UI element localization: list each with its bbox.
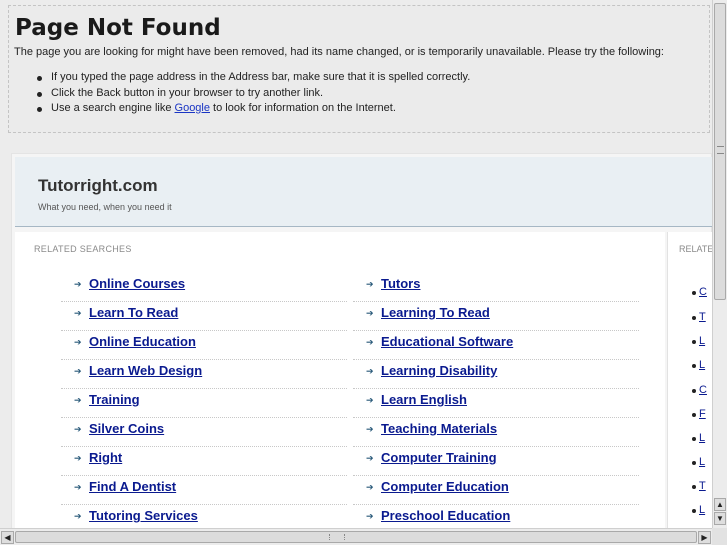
- vertical-scrollbar[interactable]: ▲ ▼: [712, 0, 727, 528]
- link-row: ➔ Right: [61, 447, 347, 476]
- related-link[interactable]: Training: [89, 392, 140, 407]
- arrow-right-icon: ➔: [74, 424, 82, 434]
- sidebar-label: RELATE: [679, 244, 712, 254]
- related-links-right: ➔ Tutors ➔ Learning To Read ➔ Educational S…: [353, 273, 639, 528]
- arrow-right-icon: ➔: [366, 482, 374, 492]
- related-link[interactable]: Learn Web Design: [89, 363, 202, 378]
- sidebar-link[interactable]: L: [691, 432, 705, 444]
- arrow-right-icon: ➔: [74, 453, 82, 463]
- arrow-right-icon: ➔: [74, 308, 82, 318]
- sidebar-link[interactable]: F: [692, 408, 706, 420]
- grip-icon: [329, 534, 345, 540]
- related-link[interactable]: Computer Education: [381, 479, 509, 494]
- arrow-right-icon: ➔: [366, 511, 374, 521]
- arrow-right-icon: ➔: [74, 337, 82, 347]
- related-link[interactable]: Tutors: [381, 276, 420, 291]
- sidebar-link[interactable]: C: [692, 384, 707, 396]
- related-link[interactable]: Tutoring Services: [89, 508, 198, 523]
- link-row: ➔ Computer Training: [353, 447, 639, 476]
- link-row: ➔ Preschool Education: [353, 505, 639, 528]
- link-row: ➔ Online Courses: [61, 273, 347, 302]
- error-tip: Use a search engine like Google to look …: [37, 102, 470, 118]
- section-label: RELATED SEARCHES: [34, 244, 132, 254]
- related-sidebar: RELATE C T L L C F L L T L: [667, 232, 712, 528]
- site-header: Tutorright.com What you need, when you n…: [15, 157, 712, 227]
- sidebar-link[interactable]: L: [691, 359, 705, 371]
- tip-text: to look for information on the Internet.: [210, 102, 396, 114]
- related-link[interactable]: Learn English: [381, 392, 467, 407]
- arrow-right-icon: ➔: [74, 279, 82, 289]
- link-row: ➔ Online Education: [61, 331, 347, 360]
- arrow-right-icon: ➔: [74, 482, 82, 492]
- arrow-right-icon: ➔: [74, 395, 82, 405]
- link-row: ➔ Learn To Read: [61, 302, 347, 331]
- related-link[interactable]: Learning To Read: [381, 305, 490, 320]
- grip-icon: [717, 146, 724, 154]
- sidebar-link[interactable]: L: [691, 504, 705, 516]
- horizontal-scrollbar[interactable]: ◀ ▶: [0, 528, 712, 545]
- link-row: ➔ Computer Education: [353, 476, 639, 505]
- error-box: Page Not Found The page you are looking …: [8, 5, 710, 133]
- link-row: ➔ Learning To Read: [353, 302, 639, 331]
- sidebar-link[interactable]: T: [692, 311, 706, 323]
- error-title: Page Not Found: [15, 15, 221, 41]
- vertical-scroll-thumb[interactable]: [714, 3, 726, 300]
- arrow-right-icon: ➔: [366, 279, 374, 289]
- related-link[interactable]: Online Education: [89, 334, 196, 349]
- scroll-up-arrow[interactable]: ▲: [714, 498, 726, 511]
- link-row: ➔ Training: [61, 389, 347, 418]
- arrow-right-icon: ➔: [366, 395, 374, 405]
- related-link[interactable]: Learning Disability: [381, 363, 497, 378]
- site-tagline: What you need, when you need it: [38, 202, 172, 212]
- arrow-right-icon: ➔: [366, 366, 374, 376]
- related-searches-panel: RELATED SEARCHES ➔ Online Courses ➔ Learn …: [15, 232, 665, 528]
- related-link[interactable]: Silver Coins: [89, 421, 164, 436]
- link-row: ➔ Learn Web Design: [61, 360, 347, 389]
- scrollbar-corner: [712, 528, 727, 545]
- link-row: ➔ Learn English: [353, 389, 639, 418]
- scroll-down-arrow[interactable]: ▼: [714, 512, 726, 525]
- site-title: Tutorright.com: [38, 176, 158, 195]
- sidebar-link[interactable]: L: [691, 335, 705, 347]
- related-link[interactable]: Preschool Education: [381, 508, 510, 523]
- related-link[interactable]: Computer Training: [381, 450, 497, 465]
- link-row: ➔ Tutoring Services: [61, 505, 347, 528]
- link-row: ➔ Find A Dentist: [61, 476, 347, 505]
- related-link[interactable]: Educational Software: [381, 334, 513, 349]
- scroll-right-arrow[interactable]: ▶: [698, 531, 711, 544]
- related-links-left: ➔ Online Courses ➔ Learn To Read ➔ Online E…: [61, 273, 347, 528]
- link-row: ➔ Educational Software: [353, 331, 639, 360]
- error-tip: If you typed the page address in the Add…: [37, 71, 470, 87]
- arrow-right-icon: ➔: [74, 366, 82, 376]
- error-message: The page you are looking for might have …: [14, 46, 664, 58]
- tip-text: Use a search engine like: [51, 102, 175, 114]
- sidebar-link[interactable]: C: [692, 286, 707, 298]
- link-row: ➔ Teaching Materials: [353, 418, 639, 447]
- arrow-right-icon: ➔: [366, 308, 374, 318]
- google-link[interactable]: Google: [175, 102, 210, 114]
- sidebar-link[interactable]: L: [691, 456, 705, 468]
- parked-page: Tutorright.com What you need, when you n…: [11, 153, 712, 528]
- related-link[interactable]: Right: [89, 450, 122, 465]
- error-tips: If you typed the page address in the Add…: [37, 71, 470, 118]
- sidebar-link[interactable]: T: [692, 480, 706, 492]
- related-link[interactable]: Teaching Materials: [381, 421, 497, 436]
- related-link[interactable]: Learn To Read: [89, 305, 178, 320]
- scroll-left-arrow[interactable]: ◀: [1, 531, 14, 544]
- arrow-right-icon: ➔: [366, 453, 374, 463]
- arrow-right-icon: ➔: [74, 511, 82, 521]
- browser-viewport: Page Not Found The page you are looking …: [0, 0, 712, 528]
- related-link[interactable]: Find A Dentist: [89, 479, 176, 494]
- link-row: ➔ Tutors: [353, 273, 639, 302]
- arrow-right-icon: ➔: [366, 424, 374, 434]
- arrow-right-icon: ➔: [366, 337, 374, 347]
- related-link[interactable]: Online Courses: [89, 276, 185, 291]
- link-row: ➔ Learning Disability: [353, 360, 639, 389]
- link-row: ➔ Silver Coins: [61, 418, 347, 447]
- horizontal-scroll-thumb[interactable]: [15, 531, 697, 543]
- error-tip: Click the Back button in your browser to…: [37, 87, 470, 103]
